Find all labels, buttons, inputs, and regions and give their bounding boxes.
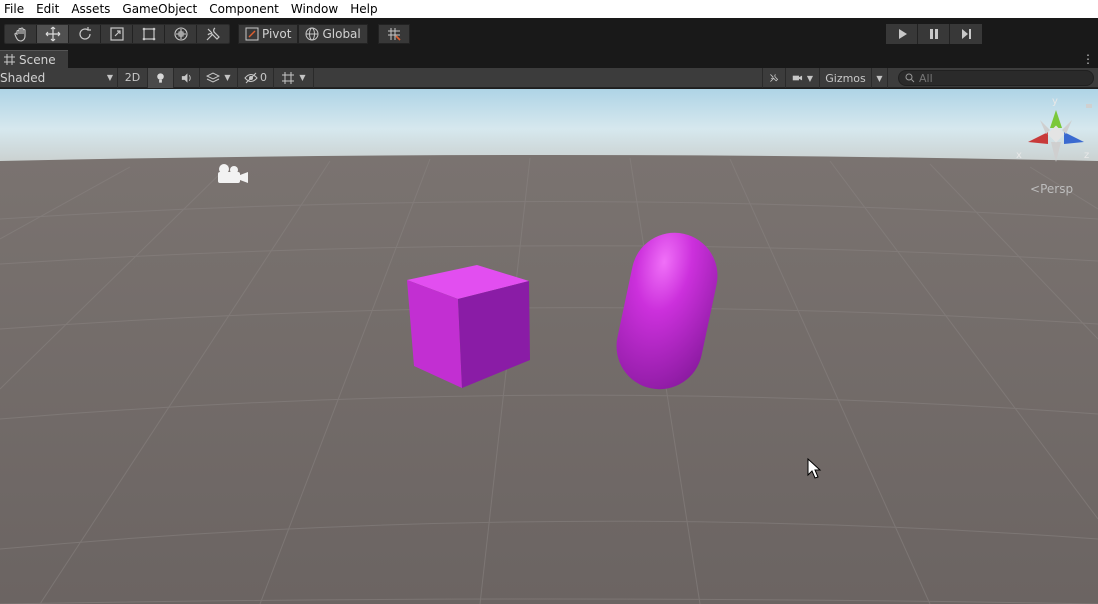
axis-label-y: y	[1052, 96, 1058, 107]
menu-help[interactable]: Help	[344, 0, 383, 18]
transform-tools	[4, 24, 230, 44]
projection-label: Persp	[1040, 182, 1074, 196]
grid-icon	[282, 71, 295, 84]
transform-tool-button[interactable]	[165, 25, 197, 43]
pivot-button[interactable]: Pivot	[238, 24, 299, 44]
menu-gameobject[interactable]: GameObject	[116, 0, 203, 18]
transform-icon	[173, 27, 188, 41]
rotate-tool-button[interactable]	[69, 25, 101, 43]
menu-edit[interactable]: Edit	[30, 0, 65, 18]
gizmo-lock-icon[interactable]	[1086, 104, 1092, 108]
chevron-down-icon: ▼	[876, 73, 883, 83]
lighting-toggle[interactable]	[148, 67, 174, 88]
tab-bar: Scene ⋮	[0, 50, 1098, 68]
menu-window[interactable]: Window	[285, 0, 344, 18]
rect-icon	[142, 27, 155, 41]
pivot-icon	[245, 27, 259, 41]
scene-viewport[interactable]: y x z <Persp	[0, 89, 1098, 604]
step-icon	[962, 29, 971, 39]
pivot-label: Pivot	[262, 27, 292, 41]
gizmos-button[interactable]: Gizmos	[820, 68, 872, 88]
draw-mode-dropdown[interactable]: Shaded ▼	[0, 67, 118, 88]
eye-slash-icon	[244, 72, 258, 83]
camera-dropdown[interactable]: ▼	[786, 68, 820, 88]
snap-button[interactable]	[377, 24, 410, 44]
global-button[interactable]: Global	[298, 24, 368, 44]
hand-icon	[13, 27, 26, 42]
scene-search	[898, 70, 1094, 86]
play-button[interactable]	[886, 24, 918, 44]
draw-mode-label: Shaded	[0, 70, 46, 85]
tab-scene[interactable]: Scene	[0, 50, 68, 68]
grid-dropdown[interactable]: ▼	[274, 67, 314, 88]
menu-component[interactable]: Component	[203, 0, 285, 18]
scale-icon	[109, 27, 124, 41]
pause-button[interactable]	[918, 24, 950, 44]
rect-tool-button[interactable]	[133, 25, 165, 43]
gizmos-label: Gizmos	[825, 71, 866, 85]
menu-bar: File Edit Assets GameObject Component Wi…	[0, 0, 1098, 18]
lightbulb-icon	[157, 72, 164, 83]
step-button[interactable]	[950, 24, 982, 44]
mode-2d-label: 2D	[124, 71, 141, 84]
projection-toggle[interactable]: <Persp	[1030, 182, 1073, 196]
play-controls	[886, 24, 982, 44]
chevron-down-icon: ▼	[806, 73, 813, 83]
scale-tool-button[interactable]	[101, 25, 133, 43]
scene-toolbar: Shaded ▼ 2D ▼ 0 ▼ ▼ Gizmos ▼	[0, 67, 1098, 88]
custom-tool-button[interactable]	[197, 25, 229, 43]
wrench-icon	[770, 74, 779, 82]
global-label: Global	[322, 27, 361, 41]
wrench-icon	[206, 27, 220, 41]
axis-label-x: x	[1016, 150, 1022, 161]
hidden-objects-toggle[interactable]: 0	[238, 67, 274, 88]
search-input[interactable]	[919, 71, 1089, 85]
grid-snap-icon	[387, 28, 401, 41]
menu-assets[interactable]: Assets	[65, 0, 116, 18]
ground-plane	[0, 155, 1098, 604]
speaker-icon	[181, 72, 191, 83]
hidden-count: 0	[260, 71, 267, 84]
main-toolbar: Pivot Global	[0, 18, 1098, 50]
gizmos-dropdown[interactable]: ▼	[872, 68, 888, 88]
scene-grid-icon	[4, 54, 15, 65]
move-tool-button[interactable]	[37, 25, 69, 43]
hand-tool-button[interactable]	[5, 25, 37, 43]
play-icon	[898, 29, 907, 39]
search-icon	[905, 73, 915, 83]
scene-right-tools: ▼ Gizmos ▼	[762, 68, 888, 88]
layers-icon	[206, 71, 221, 83]
video-camera-icon	[792, 75, 803, 81]
move-icon	[45, 26, 60, 42]
rotate-icon	[78, 27, 91, 40]
audio-toggle[interactable]	[174, 67, 200, 88]
chevron-down-icon: ▼	[106, 73, 113, 82]
tab-menu-icon[interactable]: ⋮	[1082, 53, 1094, 65]
effects-dropdown[interactable]: ▼	[200, 67, 238, 88]
axis-label-z: z	[1084, 150, 1089, 161]
scene-render: y x z	[0, 89, 1098, 604]
chevron-down-icon: ▼	[299, 73, 306, 82]
globe-icon	[305, 27, 319, 41]
chevron-down-icon: ▼	[224, 73, 231, 82]
menu-file[interactable]: File	[0, 0, 30, 18]
tools-button[interactable]	[762, 68, 786, 88]
mode-2d-toggle[interactable]: 2D	[118, 67, 148, 88]
pause-icon	[929, 29, 938, 39]
persp-chevron-icon: <	[1030, 182, 1041, 196]
tab-scene-label: Scene	[19, 52, 56, 67]
